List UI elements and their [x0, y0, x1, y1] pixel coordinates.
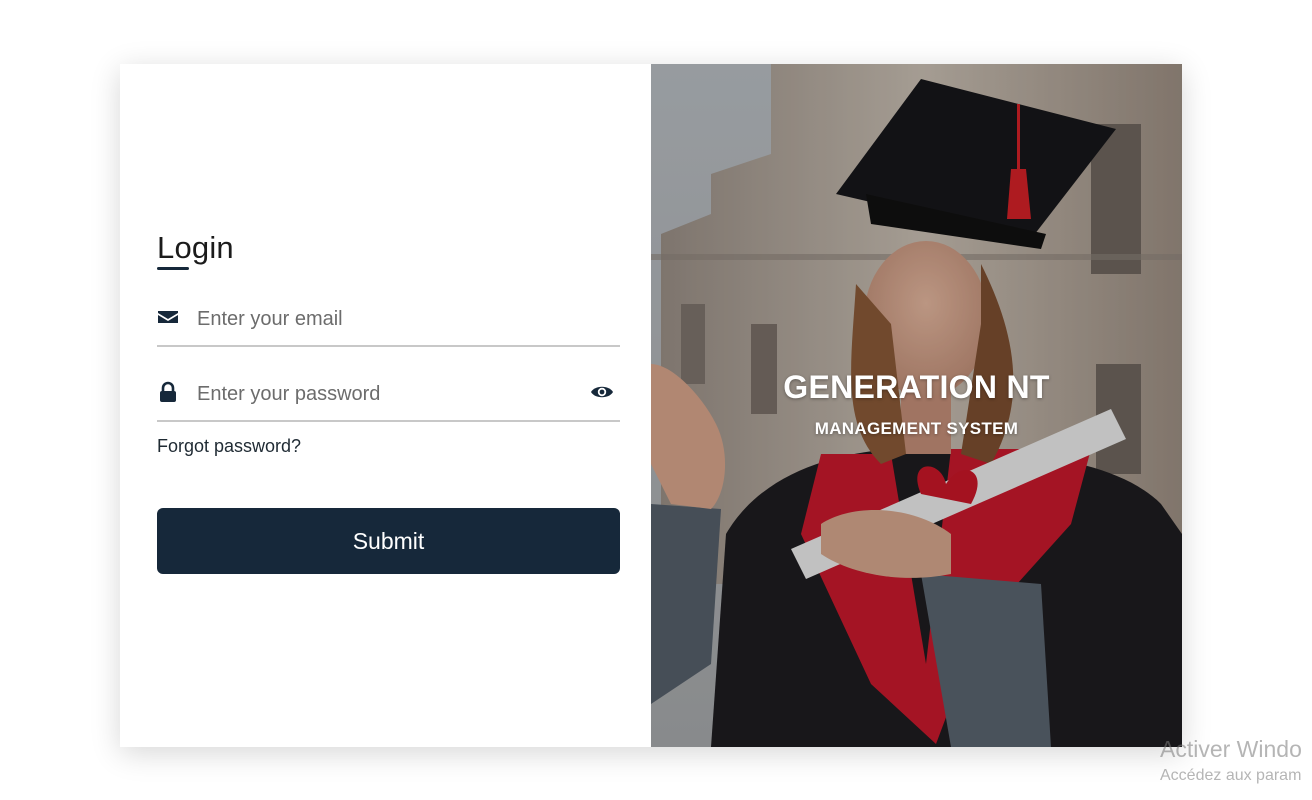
password-input[interactable]	[195, 376, 579, 412]
lock-icon	[160, 381, 176, 402]
password-field-row	[157, 368, 620, 422]
brand-title: GENERATION NT	[783, 369, 1050, 405]
eye-icon[interactable]	[590, 382, 614, 402]
login-title: Login	[157, 230, 234, 265]
forgot-password-link[interactable]: Forgot password?	[157, 436, 301, 457]
brand-subtitle: MANAGEMENT SYSTEM	[814, 419, 1019, 438]
submit-button[interactable]: Submit	[157, 508, 620, 574]
windows-activation-watermark: Activer Windo Accédez aux param	[1160, 736, 1312, 785]
email-field-row	[157, 293, 620, 347]
email-input[interactable]	[195, 301, 579, 337]
title-underline	[157, 267, 189, 270]
envelope-icon	[158, 311, 178, 323]
login-card: Login Forgot password? Submit	[120, 64, 1182, 747]
watermark-line-2: Accédez aux param	[1160, 767, 1302, 784]
hero-image-panel: GENERATION NT MANAGEMENT SYSTEM	[651, 64, 1182, 747]
login-form-panel: Login Forgot password? Submit	[120, 64, 651, 747]
watermark-line-1: Activer Windo	[1160, 736, 1302, 762]
